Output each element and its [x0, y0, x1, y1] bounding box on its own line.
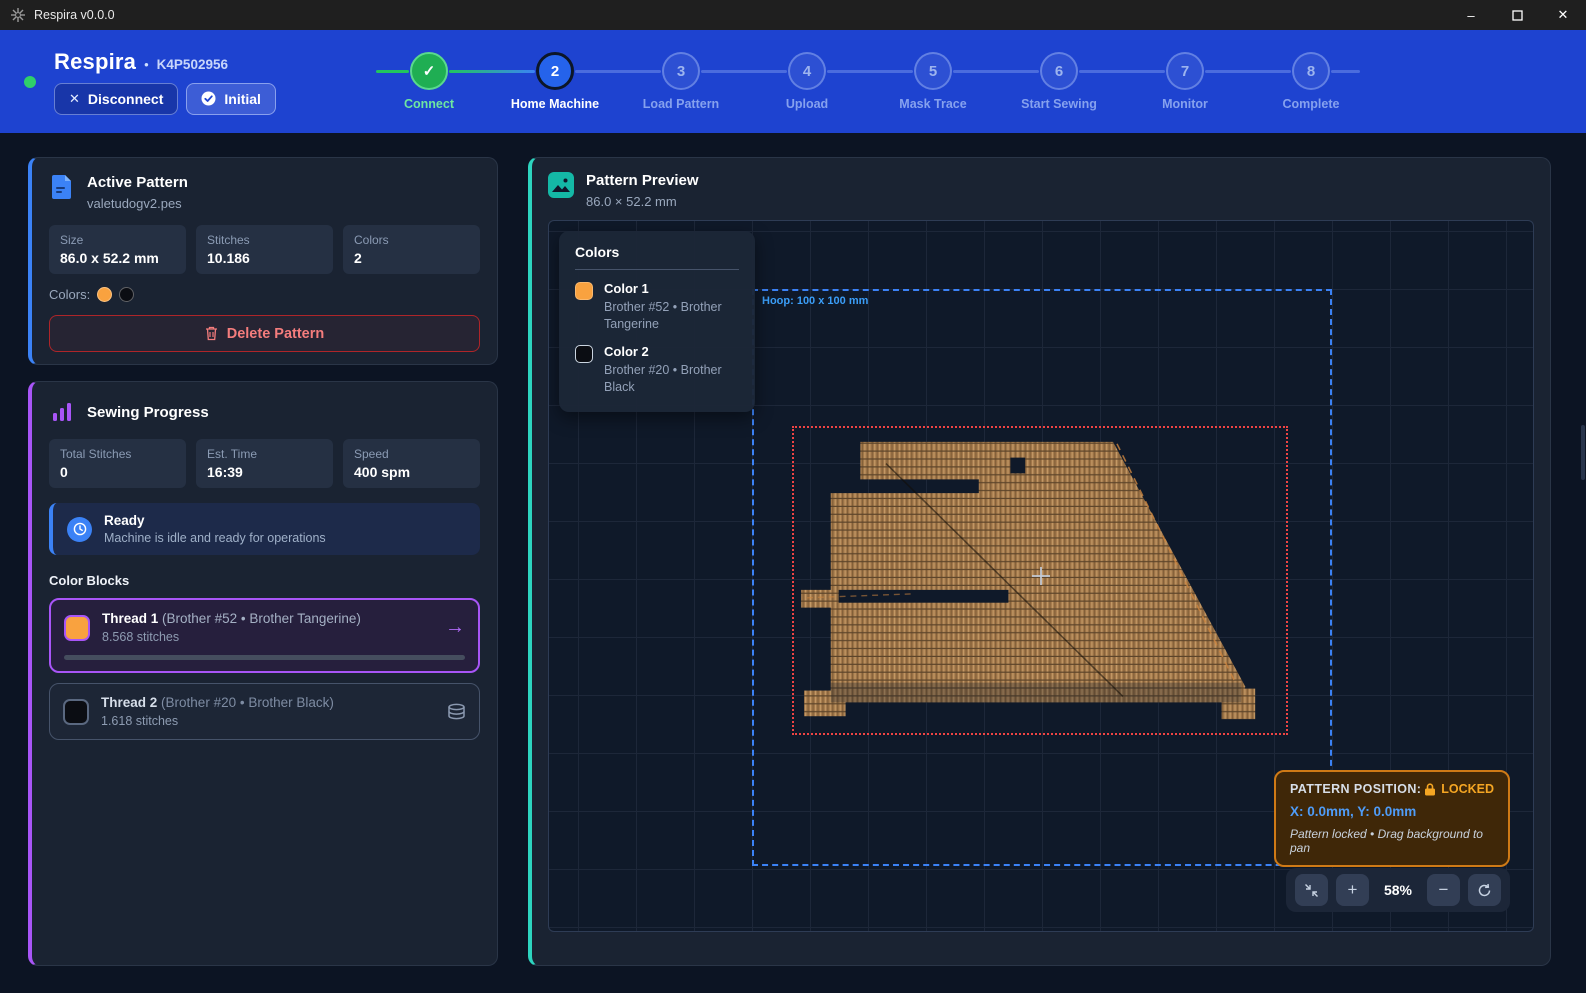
stat-size: Size 86.0 x 52.2 mm: [49, 225, 186, 274]
sewing-progress-card: Sewing Progress Total Stitches 0 Est. Ti…: [28, 381, 498, 966]
zoom-in-button[interactable]: +: [1336, 874, 1369, 906]
arrow-right-icon: →: [445, 616, 465, 639]
app-header: Respira • K4P502956 ✕ Disconnect Initial: [0, 30, 1586, 133]
thread-1-swatch: [64, 615, 90, 641]
disconnect-x-icon: ✕: [69, 91, 80, 107]
preview-title: Pattern Preview: [586, 172, 699, 189]
status-title: Ready: [104, 513, 326, 528]
thread-1-progress-bar: [64, 655, 465, 660]
step-complete[interactable]: 8 Complete: [1248, 52, 1374, 111]
step-mask-trace[interactable]: 5 Mask Trace: [870, 52, 996, 111]
layers-icon: [447, 703, 466, 721]
brand-separator: •: [144, 57, 149, 72]
minimize-button[interactable]: –: [1448, 0, 1494, 30]
step-start-sewing[interactable]: 6 Start Sewing: [996, 52, 1122, 111]
color-dot-black: [119, 287, 134, 302]
locked-badge: LOCKED: [1441, 782, 1494, 796]
clock-icon: [67, 517, 92, 542]
thread-1-block[interactable]: Thread 1 (Brother #52 • Brother Tangerin…: [49, 598, 480, 673]
pattern-position-overlay: PATTERN POSITION: LOCKED X: 0.0mm, Y: 0.…: [1274, 770, 1510, 867]
colors-overlay-panel: Colors Color 1 Brother #52 • Brother Tan…: [559, 231, 755, 412]
stat-total-stitches: Total Stitches 0: [49, 439, 186, 488]
step-monitor[interactable]: 7 Monitor: [1122, 52, 1248, 111]
reset-view-button[interactable]: [1468, 874, 1501, 906]
pattern-preview-card: Pattern Preview 86.0 × 52.2 mm Hoop: 100…: [528, 157, 1551, 966]
status-description: Machine is idle and ready for operations: [104, 531, 326, 545]
preview-dimensions: 86.0 × 52.2 mm: [586, 194, 699, 209]
delete-pattern-button[interactable]: Delete Pattern: [49, 315, 480, 352]
image-icon: [548, 172, 574, 198]
color-blocks-label: Color Blocks: [49, 573, 480, 588]
close-button[interactable]: ✕: [1540, 0, 1586, 30]
connection-status-dot: [24, 76, 36, 88]
step-upload[interactable]: 4 Upload: [744, 52, 870, 111]
machine-status-banner: Ready Machine is idle and ready for oper…: [49, 503, 480, 555]
hoop-label: Hoop: 100 x 100 mm: [762, 295, 868, 307]
brand-name: Respira: [54, 49, 136, 75]
step-connect[interactable]: ✓ Connect: [366, 52, 492, 111]
color-2-swatch: [575, 345, 593, 363]
color-dot-orange: [97, 287, 112, 302]
color-1-swatch: [575, 282, 593, 300]
canvas-crosshair-icon: [1032, 567, 1050, 585]
bar-chart-icon: [49, 399, 75, 425]
initial-button[interactable]: Initial: [186, 83, 276, 115]
zoom-out-button[interactable]: −: [1427, 874, 1460, 906]
fit-view-button[interactable]: [1295, 874, 1328, 906]
trash-icon: [205, 326, 218, 341]
pattern-filename: valetudogv2.pes: [87, 196, 188, 211]
window-title: Respira v0.0.0: [34, 8, 115, 22]
preview-canvas[interactable]: Hoop: 100 x 100 mm: [548, 220, 1534, 932]
stat-est-time: Est. Time 16:39: [196, 439, 333, 488]
pattern-coords: X: 0.0mm, Y: 0.0mm: [1290, 804, 1494, 819]
step-check-icon: ✓: [423, 62, 436, 80]
sewing-progress-title: Sewing Progress: [87, 404, 209, 421]
step-home-machine[interactable]: 2 Home Machine: [492, 52, 618, 111]
app-icon: [10, 7, 26, 23]
color-1-item: Color 1 Brother #52 • Brother Tangerine: [575, 281, 739, 333]
app-window: Respira v0.0.0 – ✕ Respira • K4P502956 ✕…: [0, 0, 1586, 993]
document-icon: [49, 174, 75, 200]
stat-colors: Colors 2: [343, 225, 480, 274]
color-2-item: Color 2 Brother #20 • Brother Black: [575, 344, 739, 396]
active-pattern-card: Active Pattern valetudogv2.pes Size 86.0…: [28, 157, 498, 365]
titlebar: Respira v0.0.0 – ✕: [0, 0, 1586, 30]
zoom-level: 58%: [1377, 882, 1419, 898]
thread-2-block[interactable]: Thread 2 (Brother #20 • Brother Black) 1…: [49, 683, 480, 740]
scrollbar[interactable]: [1581, 425, 1585, 480]
workflow-stepper: ✓ Connect 2 Home Machine 3 Load Pattern …: [366, 52, 1374, 111]
machine-serial: K4P502956: [157, 57, 228, 72]
check-circle-icon: [201, 91, 216, 106]
lock-icon: [1424, 783, 1436, 796]
stat-speed: Speed 400 spm: [343, 439, 480, 488]
stat-stitches: Stitches 10.186: [196, 225, 333, 274]
thread-2-swatch: [63, 699, 89, 725]
maximize-button[interactable]: [1494, 0, 1540, 30]
disconnect-button[interactable]: ✕ Disconnect: [54, 83, 178, 115]
zoom-controls: + 58% −: [1286, 868, 1510, 912]
pan-hint: Pattern locked • Drag background to pan: [1290, 827, 1494, 855]
active-pattern-title: Active Pattern: [87, 174, 188, 191]
colors-label: Colors:: [49, 287, 90, 302]
step-load-pattern[interactable]: 3 Load Pattern: [618, 52, 744, 111]
